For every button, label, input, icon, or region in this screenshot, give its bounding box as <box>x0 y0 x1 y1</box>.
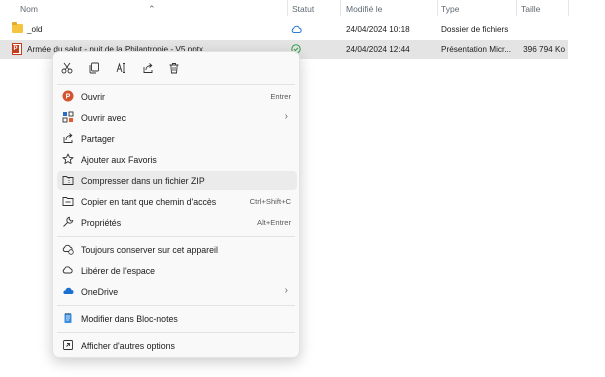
menu-item-label: Afficher d'autres options <box>81 341 175 351</box>
column-divider[interactable] <box>516 0 517 16</box>
copy-icon <box>89 62 99 74</box>
share-button[interactable] <box>138 59 158 77</box>
menu-item-label: Propriétés <box>81 218 122 228</box>
column-divider[interactable] <box>568 0 569 16</box>
menu-item-label: Libérer de l'espace <box>81 266 156 276</box>
menu-item-shortcut: Ctrl+Shift+C <box>249 197 291 206</box>
column-divider[interactable] <box>340 0 341 16</box>
onedrive-icon <box>62 285 74 297</box>
star-icon <box>62 153 74 165</box>
notepad-icon <box>62 312 74 324</box>
powerpoint-file-icon <box>12 43 22 55</box>
menu-item-onedrive[interactable]: OneDrive › <box>57 282 297 301</box>
file-modified: 24/04/2024 10:18 <box>346 25 410 34</box>
menu-item-label: Compresser dans un fichier ZIP <box>81 176 205 186</box>
context-menu: P Ouvrir Entrer Ouvrir avec › Partager A… <box>52 51 300 358</box>
copy-path-icon <box>62 195 74 207</box>
menu-item-compress-zip[interactable]: Compresser dans un fichier ZIP <box>57 171 297 190</box>
chevron-right-icon: › <box>284 111 288 122</box>
menu-item-open-with[interactable]: Ouvrir avec › <box>57 108 297 127</box>
menu-separator <box>57 84 295 85</box>
wrench-icon <box>62 216 74 228</box>
menu-item-edit-notepad[interactable]: Modifier dans Bloc-notes <box>57 309 297 328</box>
file-modified: 24/04/2024 12:44 <box>346 45 410 54</box>
menu-item-label: Ouvrir avec <box>81 113 126 123</box>
file-size: 396 794 Ko <box>523 45 565 54</box>
menu-item-label: Ajouter aux Favoris <box>81 155 157 165</box>
menu-item-label: OneDrive <box>81 287 119 297</box>
menu-item-label: Copier en tant que chemin d'accès <box>81 197 217 207</box>
share-icon <box>143 63 153 73</box>
menu-item-label: Ouvrir <box>81 92 105 102</box>
cut-button[interactable] <box>57 59 77 77</box>
share-icon <box>62 132 74 144</box>
menu-item-free-space[interactable]: Libérer de l'espace <box>57 261 297 280</box>
cloud-icon <box>291 25 302 33</box>
menu-item-shortcut: Entrer <box>270 92 291 101</box>
column-header-type[interactable]: Type <box>441 4 459 14</box>
menu-item-open[interactable]: P Ouvrir Entrer <box>57 87 297 106</box>
column-header-name[interactable]: Nom <box>20 4 38 14</box>
context-menu-toolbar <box>53 52 299 86</box>
column-header-row: Nom ⌃ Statut Modifié le Type Taille <box>0 0 605 18</box>
menu-separator <box>57 305 295 306</box>
column-header-status[interactable]: Statut <box>292 4 314 14</box>
menu-item-shortcut: Alt+Entrer <box>257 218 291 227</box>
menu-item-label: Modifier dans Bloc-notes <box>81 314 178 324</box>
delete-icon <box>169 63 179 74</box>
delete-button[interactable] <box>164 59 184 77</box>
column-header-size[interactable]: Taille <box>521 4 540 14</box>
zip-icon <box>62 174 74 186</box>
more-options-icon <box>62 339 74 351</box>
menu-item-more-options[interactable]: Afficher d'autres options <box>57 336 297 355</box>
menu-item-add-favorites[interactable]: Ajouter aux Favoris <box>57 150 297 169</box>
file-name: _old <box>27 25 43 34</box>
column-header-modified[interactable]: Modifié le <box>346 4 382 14</box>
menu-item-share[interactable]: Partager <box>57 129 297 148</box>
folder-icon <box>12 22 23 33</box>
menu-item-label: Toujours conserver sur cet appareil <box>81 245 218 255</box>
file-row-folder[interactable]: _old 24/04/2024 10:18 Dossier de fichier… <box>0 20 568 39</box>
copy-button[interactable] <box>84 59 104 77</box>
rename-button[interactable] <box>111 59 131 77</box>
menu-item-always-keep[interactable]: Toujours conserver sur cet appareil <box>57 240 297 259</box>
file-type: Dossier de fichiers <box>441 25 509 34</box>
svg-text:P: P <box>66 94 71 101</box>
cut-icon <box>61 62 73 74</box>
column-divider[interactable] <box>437 0 438 16</box>
rename-icon <box>116 62 125 73</box>
menu-separator <box>57 236 295 237</box>
cloud-keep-icon <box>62 243 74 255</box>
menu-separator <box>57 332 295 333</box>
file-type: Présentation Micr... <box>441 45 512 54</box>
sort-chevron-icon: ⌃ <box>148 4 156 14</box>
column-divider[interactable] <box>287 0 288 16</box>
open-with-icon <box>62 111 74 123</box>
cloud-outline-icon <box>62 264 74 276</box>
menu-item-properties[interactable]: Propriétés Alt+Entrer <box>57 213 297 232</box>
menu-item-label: Partager <box>81 134 115 144</box>
powerpoint-icon: P <box>62 90 74 102</box>
chevron-right-icon: › <box>284 285 288 296</box>
menu-item-copy-path[interactable]: Copier en tant que chemin d'accès Ctrl+S… <box>57 192 297 211</box>
